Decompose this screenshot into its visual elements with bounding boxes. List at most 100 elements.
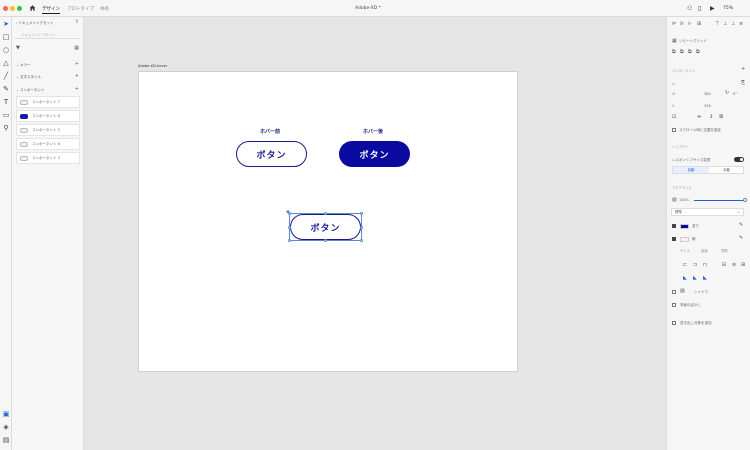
share-assets-icon[interactable]: ⇧ [75,19,79,25]
cap-butt-icon[interactable]: ◣ [683,275,687,281]
tab-share[interactable]: 共有 [100,6,109,12]
button-before-hover[interactable]: ボタン [236,141,307,167]
assets-search-input[interactable]: ドキュメントアセット [16,31,80,39]
assets-back-link[interactable]: ‹ ドキュメントアセット [16,21,53,26]
fill-checkbox[interactable] [672,224,676,228]
export-checkbox[interactable] [672,321,676,325]
resize-handle[interactable] [324,212,327,215]
document-title[interactable]: Adobe-XD * [355,6,381,11]
rectangle-tool-icon[interactable]: □ [2,33,10,41]
add-color-button[interactable]: + [75,61,79,67]
align-top-icon[interactable]: ⊤ [715,21,719,27]
assets-icon[interactable]: ▣ [2,410,10,418]
align-center-stroke-icon[interactable]: ⊐ [693,262,697,268]
opacity-value[interactable]: 100% [679,198,689,202]
polygon-tool-icon[interactable]: △ [2,59,10,67]
rotation-value[interactable]: 0° [733,92,737,96]
repeat-grid-button[interactable]: リピートグリッド [679,39,707,44]
add-char-style-button[interactable]: + [75,73,79,79]
resize-auto-option[interactable]: 自動 [673,167,709,173]
repeat-grid-icon[interactable]: ▦ [672,38,677,44]
boolean-subtract-icon[interactable]: ⧉ [680,49,684,55]
plugins-icon[interactable]: ▤ [2,436,10,444]
rotate-icon[interactable]: ↻ [725,90,729,96]
list-item[interactable]: コンポーネント 5 [16,124,80,136]
align-bottom-icon[interactable]: ⊥ [731,21,735,27]
resize-handle[interactable] [360,212,363,215]
distribute-icon[interactable]: ⊞ [697,21,701,27]
height-value[interactable]: 326 [704,104,711,108]
list-item[interactable]: コンポーネント 8 [16,110,80,122]
home-icon[interactable] [29,4,36,12]
line-tool-icon[interactable]: ╱ [2,72,10,80]
flip-vertical-icon[interactable]: ↕ [709,114,713,120]
resize-mode-segmented[interactable]: 自動 手動 [672,166,744,174]
opacity-slider[interactable] [694,200,744,201]
filter-icon[interactable]: ▼ [16,45,20,51]
boolean-add-icon[interactable]: ⧉ [672,49,676,55]
tab-prototype[interactable]: プロトタイプ [67,6,94,12]
resize-handle[interactable] [288,226,291,229]
align-right-icon[interactable]: ⊩ [688,21,692,27]
join-round-icon[interactable]: ⊚ [732,262,736,268]
minimize-window-button[interactable] [10,6,15,11]
list-item[interactable]: コンポーネント 7 [16,96,80,108]
constraint-icon[interactable]: ⊡ [672,114,676,120]
align-left-icon[interactable]: ⊫ [672,21,676,27]
cap-square-icon[interactable]: ◣ [703,275,707,281]
align-outside-icon[interactable]: ⊓ [703,262,707,268]
fill-color-swatch[interactable] [680,224,689,229]
zoom-tool-icon[interactable]: ⚲ [2,124,10,132]
bg-blur-checkbox[interactable] [672,303,676,307]
add-state-icon[interactable]: + [741,66,745,72]
width-value[interactable]: 380 [704,92,711,96]
state-link-icon[interactable]: ⎘ [741,80,745,86]
lock-aspect-icon[interactable]: ⊠ [719,114,723,120]
section-components[interactable]: ⌄ コンポーネント [16,88,45,93]
flip-horizontal-icon[interactable]: ⇹ [697,114,701,120]
border-checkbox[interactable] [672,237,676,241]
opacity-slider-knob[interactable] [743,198,747,202]
text-tool-icon[interactable]: T [2,98,10,106]
close-window-button[interactable] [3,6,8,11]
shadow-checkbox[interactable] [672,290,676,294]
eyedropper-icon[interactable]: ✎ [739,222,743,228]
list-item[interactable]: コンポーネント 6 [16,138,80,150]
resize-handle[interactable] [288,239,291,242]
layers-icon[interactable]: ◈ [2,423,10,431]
user-icon[interactable]: ⚇ [687,5,692,12]
eyedropper-icon[interactable]: ✎ [739,235,743,241]
distribute-vertical-icon[interactable]: ≡ [739,21,743,27]
tab-design[interactable]: デザイン [42,6,60,14]
grid-view-icon[interactable]: ▦ [74,45,79,51]
resize-handle[interactable] [360,226,363,229]
responsive-resize-toggle[interactable] [734,157,744,162]
device-preview-icon[interactable]: ▯ [698,5,701,12]
section-colors[interactable]: ⌄ カラー [16,63,31,68]
border-color-swatch[interactable] [680,237,689,242]
artboard-tool-icon[interactable]: ▭ [2,111,10,119]
align-inside-icon[interactable]: ⊏ [683,262,687,268]
zoom-window-button[interactable] [17,6,22,11]
select-tool-icon[interactable]: ➤ [2,20,10,28]
align-middle-icon[interactable]: ⊥ [723,21,727,27]
boolean-intersect-icon[interactable]: ⧉ [688,49,692,55]
scroll-fixed-checkbox[interactable] [672,128,676,132]
cap-round-icon[interactable]: ◣ [693,275,697,281]
resize-handle[interactable] [360,239,363,242]
play-icon[interactable]: ▶ [710,5,715,12]
join-miter-icon[interactable]: ⊟ [722,262,726,268]
blend-mode-select[interactable]: 標準 ⌄ [671,208,744,216]
resize-manual-option[interactable]: 手動 [709,167,744,173]
button-after-hover[interactable]: ボタン [339,141,410,167]
add-component-button[interactable]: + [75,86,79,92]
zoom-level[interactable]: 75% [723,6,733,11]
pen-tool-icon[interactable]: ✎ [2,85,10,93]
section-char-styles[interactable]: ⌄ 文字スタイル [16,75,41,80]
ellipse-tool-icon[interactable]: ○ [2,46,10,54]
join-bevel-icon[interactable]: ⊞ [741,262,745,268]
boolean-exclude-icon[interactable]: ⧉ [696,49,700,55]
list-item[interactable]: コンポーネント 3 [16,152,80,164]
resize-handle[interactable] [324,239,327,242]
align-center-icon[interactable]: ⊪ [680,21,684,27]
